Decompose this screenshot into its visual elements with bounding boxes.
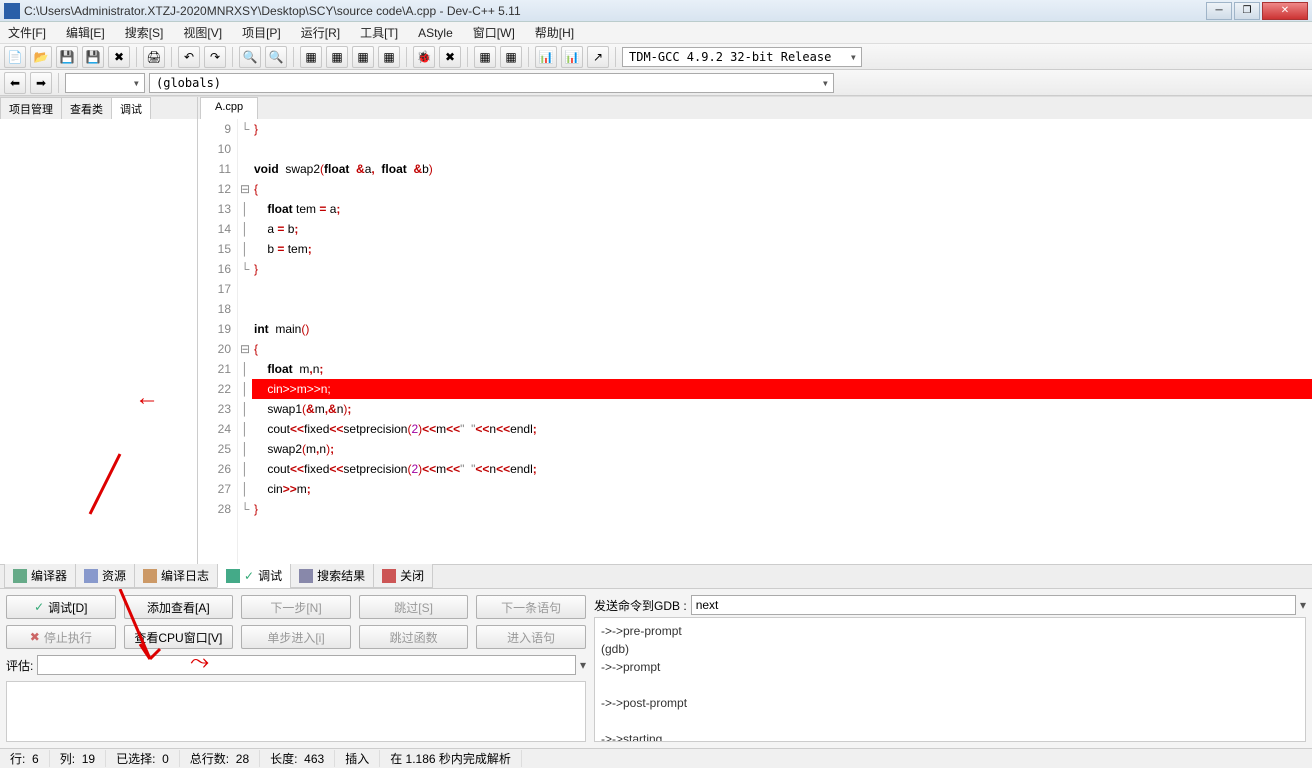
bottom-tab[interactable]: 编译器	[4, 563, 76, 588]
minimize-button[interactable]: ─	[1206, 2, 1232, 20]
tool1-icon[interactable]: ▦	[474, 46, 496, 68]
menu-item[interactable]: 编辑[E]	[62, 22, 109, 43]
find-icon[interactable]: 🔍	[239, 46, 261, 68]
debug-button: 下一条语句	[476, 595, 586, 619]
tab-icon	[84, 569, 98, 583]
bottom-tabs: 编译器资源编译日志✓调试搜索结果关闭	[0, 564, 1312, 588]
window-title: C:\Users\Administrator.XTZJ-2020MNRXSY\D…	[24, 4, 1206, 18]
undo-icon[interactable]: ↶	[178, 46, 200, 68]
titlebar: C:\Users\Administrator.XTZJ-2020MNRXSY\D…	[0, 0, 1312, 22]
tab-icon	[13, 569, 27, 583]
stop-icon[interactable]: ✖	[439, 46, 461, 68]
tab-icon	[382, 569, 396, 583]
menu-item[interactable]: 工具[T]	[356, 22, 402, 43]
open-icon[interactable]: 📂	[30, 46, 52, 68]
debug-button: 下一步[N]	[241, 595, 351, 619]
tab-icon	[226, 569, 240, 583]
left-tab[interactable]: 查看类	[61, 97, 112, 119]
bottom-tab[interactable]: 关闭	[373, 563, 433, 588]
replace-icon[interactable]: 🔍	[265, 46, 287, 68]
debug-button: 进入语句	[476, 625, 586, 649]
editor-tab[interactable]: A.cpp	[200, 97, 258, 119]
redo-icon[interactable]: ↷	[204, 46, 226, 68]
bottom-tab[interactable]: 编译日志	[134, 563, 218, 588]
debug-panel: ✓调试[D] 添加查看[A] 下一步[N] 跳过[S] 下一条语句 ✖停止执行查看CPU…	[0, 588, 1312, 748]
source-text[interactable]: }void swap2(float &a, float &b){ float t…	[252, 119, 1312, 564]
compiler-combo[interactable]: TDM-GCC 4.9.2 32-bit Release	[622, 47, 862, 67]
menu-item[interactable]: 文件[F]	[4, 22, 50, 43]
bottom-tab[interactable]: ✓调试	[217, 563, 291, 588]
chart-icon[interactable]: 📊	[561, 46, 583, 68]
tool2-icon[interactable]: ▦	[500, 46, 522, 68]
menu-item[interactable]: 视图[V]	[179, 22, 226, 43]
menu-item[interactable]: 窗口[W]	[469, 22, 519, 43]
new-icon[interactable]: 📄	[4, 46, 26, 68]
left-body: ←	[0, 119, 197, 564]
menu-item[interactable]: 项目[P]	[238, 22, 285, 43]
code-editor[interactable]: 910111213141516171819202122232425262728 …	[198, 119, 1312, 564]
back-icon[interactable]: ⬅	[4, 72, 26, 94]
tab-icon	[299, 569, 313, 583]
left-tab[interactable]: 调试	[111, 97, 151, 119]
debug-button: 跳过[S]	[359, 595, 469, 619]
rebuild-icon[interactable]: ▦	[378, 46, 400, 68]
eval-input[interactable]	[37, 655, 576, 675]
save-icon[interactable]: 💾	[56, 46, 78, 68]
eval-output	[6, 681, 586, 742]
fold-gutter[interactable]: └⊟│││└⊟│││││││└	[238, 119, 252, 564]
debug-button: ✖停止执行	[6, 625, 116, 649]
debug-button[interactable]: 查看CPU窗口[V]	[124, 625, 234, 649]
profile-icon[interactable]: 📊	[535, 46, 557, 68]
statusbar: 行: 6 列: 19 已选择: 0 总行数: 28 长度: 463 插入 在 1…	[0, 748, 1312, 768]
menubar: 文件[F] 编辑[E] 搜索[S] 视图[V] 项目[P] 运行[R] 工具[T] AStyl…	[0, 22, 1312, 44]
globals-combo[interactable]: (globals)	[149, 73, 834, 93]
saveall-icon[interactable]: 💾	[82, 46, 104, 68]
gdb-label: 发送命令到GDB :	[594, 597, 687, 614]
bottom-tab[interactable]: 搜索结果	[290, 563, 374, 588]
menu-item[interactable]: 搜索[S]	[121, 22, 168, 43]
bottom-tab[interactable]: 资源	[75, 563, 135, 588]
left-tab[interactable]: 项目管理	[0, 97, 62, 119]
print-icon[interactable]: 🖨	[143, 46, 165, 68]
app-icon	[4, 3, 20, 19]
restore-button[interactable]: ❐	[1234, 2, 1260, 20]
menu-item[interactable]: AStyle	[414, 24, 457, 42]
close-button[interactable]: ✕	[1262, 2, 1308, 20]
debug-icon[interactable]: 🐞	[413, 46, 435, 68]
goto-icon[interactable]: ↗	[587, 46, 609, 68]
menu-item[interactable]: 运行[R]	[297, 22, 344, 43]
menu-item[interactable]: 帮助[H]	[531, 22, 578, 43]
gdb-input[interactable]	[691, 595, 1296, 615]
debug-button[interactable]: ✓调试[D]	[6, 595, 116, 619]
gdb-output: ->->pre-prompt(gdb)->->prompt ->->post-p…	[594, 617, 1306, 742]
left-panel: 项目管理查看类调试 ←	[0, 97, 198, 564]
line-gutter: 910111213141516171819202122232425262728	[198, 119, 238, 564]
debug-button[interactable]: 添加查看[A]	[124, 595, 234, 619]
compile-run-icon[interactable]: ▦	[352, 46, 374, 68]
toolbar-main: 📄 📂 💾 💾 ✖ 🖨 ↶ ↷ 🔍 🔍 ▦ ▦ ▦ ▦ 🐞 ✖ ▦ ▦ 📊 📊 …	[0, 44, 1312, 70]
scope-combo[interactable]	[65, 73, 145, 93]
compile-icon[interactable]: ▦	[300, 46, 322, 68]
tab-icon	[143, 569, 157, 583]
left-tabs: 项目管理查看类调试	[0, 97, 197, 119]
run-icon[interactable]: ▦	[326, 46, 348, 68]
forward-icon[interactable]: ➡	[30, 72, 52, 94]
toolbar-nav: ⬅ ➡ (globals)	[0, 70, 1312, 96]
debug-button: 跳过函数	[359, 625, 469, 649]
debug-button: 单步进入[i]	[241, 625, 351, 649]
eval-label: 评估:	[6, 657, 33, 674]
editor-area: A.cpp 9101112131415161718192021222324252…	[198, 97, 1312, 564]
close-file-icon[interactable]: ✖	[108, 46, 130, 68]
